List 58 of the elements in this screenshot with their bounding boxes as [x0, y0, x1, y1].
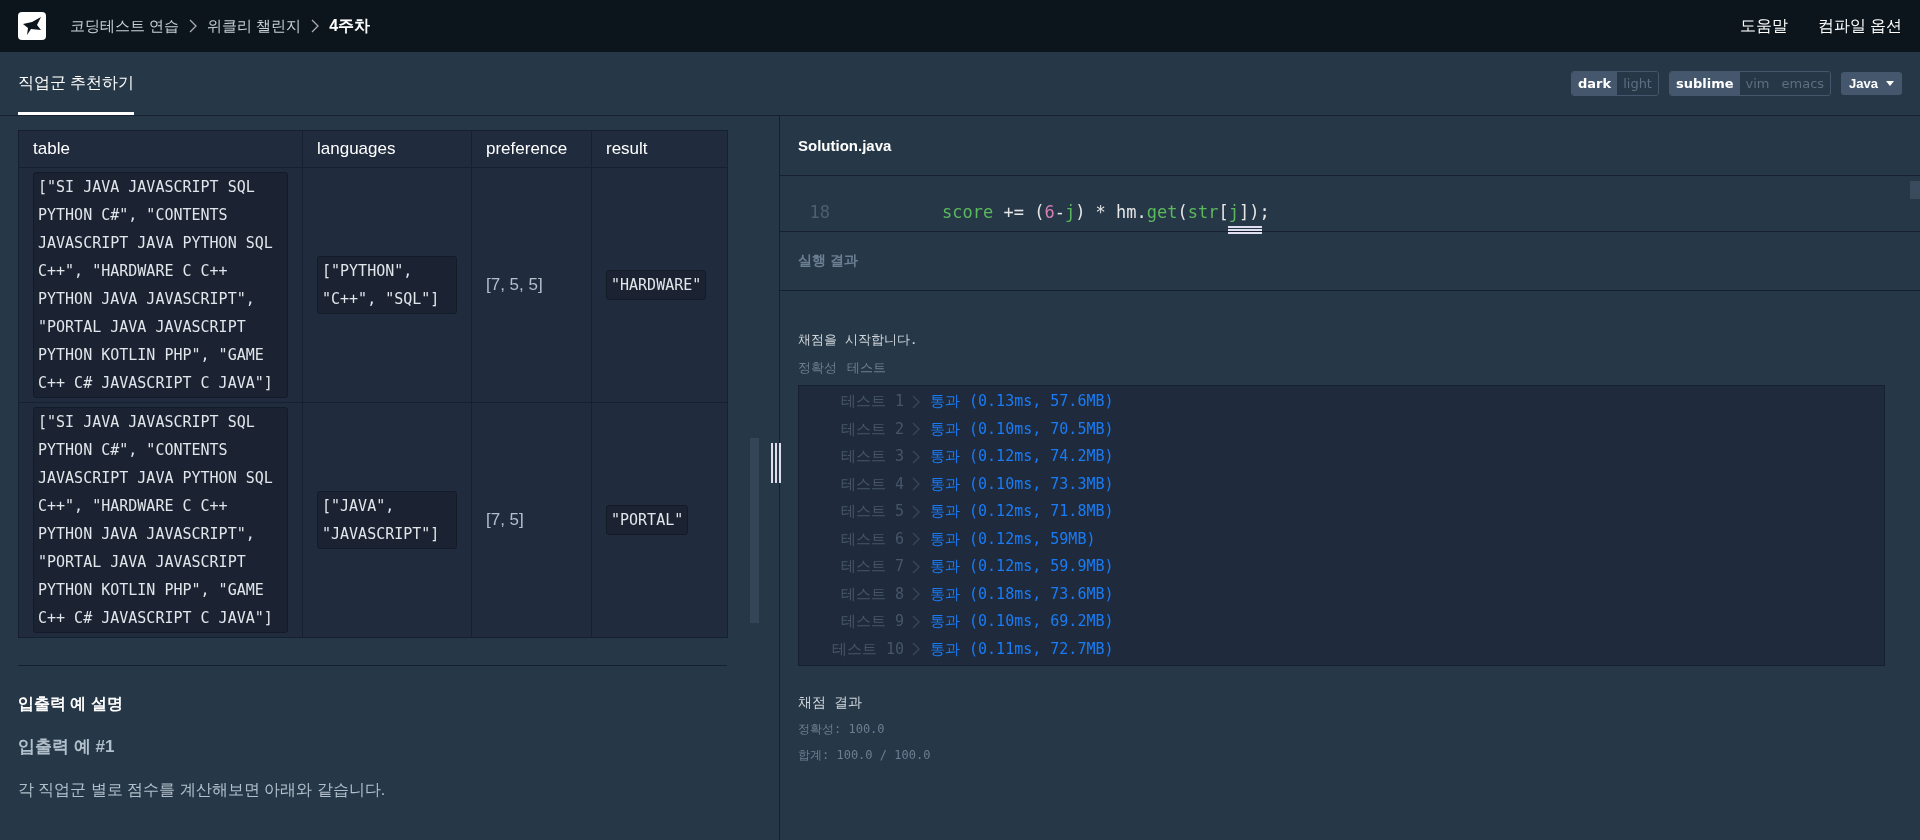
- group-label: 테스트: [847, 359, 886, 377]
- chevron-icon: [189, 19, 198, 33]
- theme-option[interactable]: dark: [1572, 72, 1618, 95]
- breadcrumb-link[interactable]: 위클리 챌린지: [207, 16, 302, 36]
- test-result: 통과 (0.12ms, 59MB): [930, 529, 1096, 549]
- language-dropdown[interactable]: Java: [1841, 72, 1902, 95]
- chevron-icon: [912, 504, 920, 519]
- chevron-icon: [912, 532, 920, 547]
- column-header: languages: [302, 130, 472, 168]
- chevron-icon: [912, 477, 920, 492]
- code-text: ["JAVA", "JAVASCRIPT"]: [317, 491, 457, 549]
- group-label: 정확성: [798, 359, 837, 377]
- description-text: 각 직업군 별로 점수를 계산해보면 아래와 같습니다.: [18, 780, 387, 800]
- code-text: ["SI JAVA JAVASCRIPT SQL PYTHON C#", "CONTENTS JAVASCRIPT JAVA PYTHON SQL C++", "HARDWARE C C++ PYTHON JAVA JAVASCRIPT", "PORTAL JAVA JAVASCRIPT PYTHON KOTLIN PHP", "GAME C++ C# JAVASCRIPT C JAVA"]: [33, 172, 288, 398]
- keymap-option[interactable]: sublime: [1669, 72, 1740, 95]
- status-text: 채점을 시작합니다.: [798, 331, 919, 349]
- section-heading: 입출력 예 설명: [18, 694, 124, 714]
- resize-handle-icon[interactable]: [1228, 226, 1262, 234]
- test-result: 통과 (0.12ms, 74.2MB): [930, 447, 1114, 467]
- code-text: "PORTAL": [606, 505, 689, 535]
- chevron-icon: [912, 587, 920, 602]
- table-cell: [7, 5]: [471, 402, 592, 638]
- chevron-icon: [912, 559, 920, 574]
- example-heading: 입출력 예 #1: [18, 736, 116, 758]
- column-header: table: [18, 130, 303, 168]
- chevron-icon: [912, 449, 920, 464]
- header-link[interactable]: 도움말: [1739, 15, 1788, 37]
- header-link[interactable]: 컴파일 옵션: [1817, 15, 1902, 37]
- drag-handle-icon[interactable]: [771, 443, 781, 483]
- test-result: 통과 (0.10ms, 69.2MB): [930, 612, 1114, 632]
- summary-title: 채점 결과: [798, 694, 864, 712]
- chevron-icon: [912, 422, 920, 437]
- code-line: score += (6-j) * hm.get(str[j]);: [942, 202, 1270, 222]
- breadcrumb-link[interactable]: 4주차: [329, 15, 371, 37]
- test-result: 통과 (0.18ms, 73.6MB): [930, 584, 1114, 604]
- code-text: ["PYTHON", "C++", "SQL"]: [317, 256, 457, 314]
- chevron-icon: [912, 614, 920, 629]
- summary-line: 합계: 100.0 / 100.0: [798, 747, 932, 764]
- test-result: 통과 (0.12ms, 71.8MB): [930, 502, 1114, 522]
- column-header: preference: [471, 130, 592, 168]
- test-result: 통과 (0.10ms, 73.3MB): [930, 474, 1114, 494]
- chevron-icon: [912, 642, 920, 657]
- chevron-icon: [311, 19, 320, 33]
- column-header: result: [591, 130, 728, 168]
- chevron-icon: [912, 394, 920, 409]
- logo-icon[interactable]: [18, 12, 46, 40]
- table-cell: [7, 5, 5]: [471, 167, 592, 403]
- test-result: 통과 (0.12ms, 59.9MB): [930, 557, 1114, 577]
- summary-line: 정확성: 100.0: [798, 721, 886, 738]
- problem-tab[interactable]: 직업군 추천하기: [18, 52, 135, 115]
- breadcrumb-link[interactable]: 코딩테스트 연습: [70, 16, 180, 36]
- code-text: ["SI JAVA JAVASCRIPT SQL PYTHON C#", "CONTENTS JAVASCRIPT JAVA PYTHON SQL C++", "HARDWARE C C++ PYTHON JAVA JAVASCRIPT", "PORTAL JAVA JAVASCRIPT PYTHON KOTLIN PHP", "GAME C++ C# JAVASCRIPT C JAVA"]: [33, 407, 288, 633]
- code-text: "HARDWARE": [606, 270, 707, 300]
- caret-icon: [1886, 81, 1894, 86]
- test-result: 통과 (0.11ms, 72.7MB): [930, 639, 1114, 659]
- test-result: 통과 (0.13ms, 57.6MB): [930, 392, 1114, 412]
- test-result: 통과 (0.10ms, 70.5MB): [930, 419, 1114, 439]
- panel-title: 실행 결과: [780, 231, 1920, 291]
